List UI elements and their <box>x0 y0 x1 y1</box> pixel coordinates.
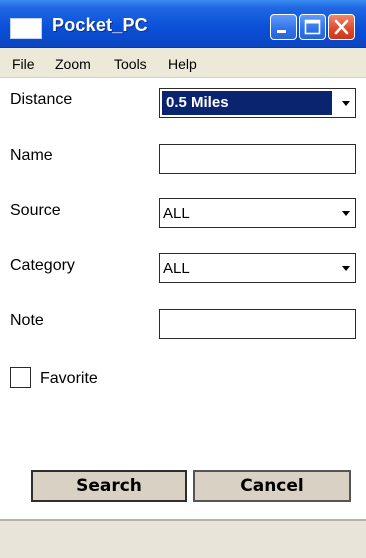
source-label: Source <box>10 202 61 219</box>
source-select[interactable]: ALL <box>159 198 356 228</box>
minimize-icon <box>277 30 286 33</box>
favorite-checkbox[interactable] <box>10 367 31 388</box>
close-button[interactable] <box>328 14 355 40</box>
app-window-icon <box>10 18 42 39</box>
category-value: ALL <box>163 260 190 277</box>
favorite-label[interactable]: Favorite <box>40 370 98 388</box>
chevron-down-icon[interactable] <box>340 207 352 219</box>
minimize-button[interactable] <box>270 14 297 40</box>
name-label: Name <box>10 147 53 164</box>
chevron-down-icon[interactable] <box>340 262 352 274</box>
menu-file[interactable]: File <box>12 56 35 72</box>
menu-help[interactable]: Help <box>168 56 197 72</box>
maximize-button[interactable] <box>299 14 326 40</box>
source-value: ALL <box>163 205 190 222</box>
note-input[interactable] <box>159 309 356 339</box>
close-icon <box>334 19 349 35</box>
note-label: Note <box>10 312 44 329</box>
category-label: Category <box>10 257 75 274</box>
menu-tools[interactable]: Tools <box>114 56 147 72</box>
menu-bar: File Zoom Tools Help <box>0 48 366 78</box>
status-bar <box>0 519 366 558</box>
search-button[interactable]: Search <box>31 470 187 502</box>
menu-zoom[interactable]: Zoom <box>55 56 91 72</box>
category-select[interactable]: ALL <box>159 253 356 283</box>
name-input[interactable] <box>159 144 356 174</box>
distance-selection-highlight: 0.5 Miles <box>162 91 332 115</box>
window-title: Pocket_PC <box>52 15 148 35</box>
maximize-icon <box>304 19 321 35</box>
distance-select[interactable]: 0.5 Miles <box>159 88 356 118</box>
chevron-down-icon[interactable] <box>340 97 352 109</box>
distance-label: Distance <box>10 91 73 108</box>
cancel-button[interactable]: Cancel <box>193 470 351 502</box>
distance-value: 0.5 Miles <box>166 94 229 111</box>
title-bar[interactable]: Pocket_PC <box>0 0 366 48</box>
